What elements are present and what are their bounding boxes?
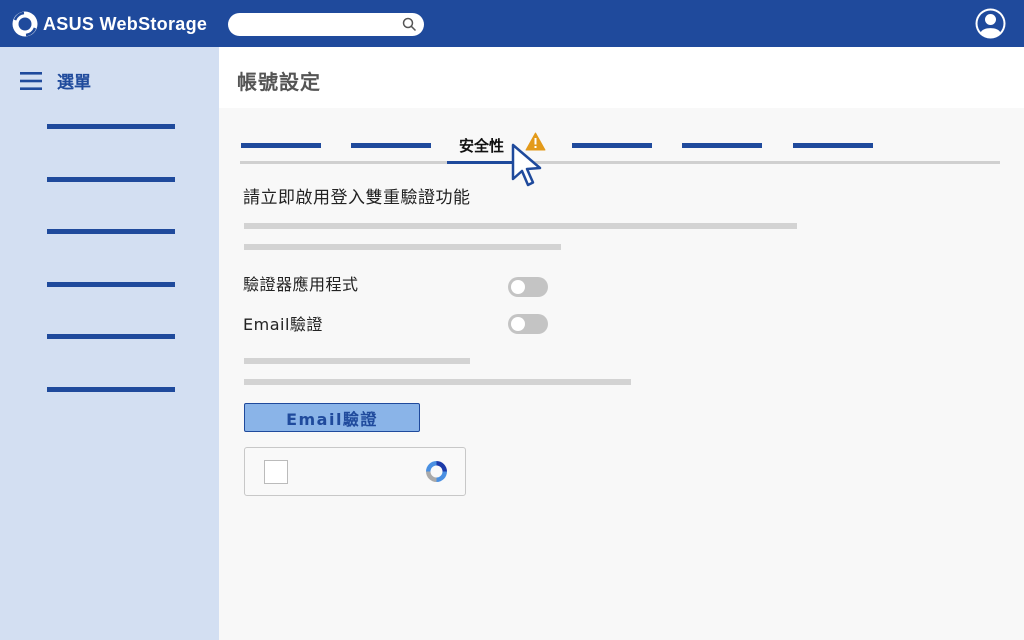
- sidebar-item[interactable]: [47, 387, 175, 392]
- sidebar: 選單: [0, 47, 219, 640]
- hamburger-icon[interactable]: [20, 71, 42, 91]
- authenticator-app-toggle[interactable]: [508, 277, 548, 297]
- sidebar-item[interactable]: [47, 124, 175, 129]
- sidebar-item[interactable]: [47, 282, 175, 287]
- description-text: [244, 358, 470, 364]
- description-text: [244, 379, 631, 385]
- top-bar: ASUS WebStorage: [0, 0, 1024, 47]
- sidebar-item[interactable]: [47, 177, 175, 182]
- tab-label: 安全性: [459, 137, 505, 155]
- logo-icon: [12, 11, 38, 37]
- page-header: 帳號設定: [219, 47, 1024, 108]
- email-verify-button[interactable]: Email驗證: [244, 403, 420, 432]
- sidebar-item[interactable]: [47, 334, 175, 339]
- app-logo[interactable]: ASUS WebStorage: [12, 11, 207, 37]
- tabs-divider: [240, 161, 1000, 164]
- page-title: 帳號設定: [237, 70, 321, 94]
- active-tab-indicator: [447, 161, 517, 164]
- description-text: [244, 244, 561, 250]
- email-verification-label: Email驗證: [243, 315, 323, 334]
- tab[interactable]: [351, 143, 431, 148]
- search-icon[interactable]: [402, 17, 417, 32]
- toggle-knob: [511, 317, 525, 331]
- user-avatar-icon[interactable]: [975, 8, 1006, 39]
- email-verification-toggle[interactable]: [508, 314, 548, 334]
- captcha-checkbox[interactable]: [264, 460, 288, 484]
- tab[interactable]: [682, 143, 762, 148]
- recaptcha-widget: [244, 447, 466, 496]
- menu-toggle[interactable]: 選單: [20, 68, 91, 93]
- sidebar-item[interactable]: [47, 229, 175, 234]
- section-title: 請立即啟用登入雙重驗證功能: [243, 188, 471, 208]
- recaptcha-icon: [426, 461, 447, 482]
- authenticator-app-label: 驗證器應用程式: [243, 275, 359, 294]
- tab-security[interactable]: 安全性: [447, 133, 517, 164]
- tab[interactable]: [572, 143, 652, 148]
- tab[interactable]: [793, 143, 873, 148]
- menu-label: 選單: [57, 73, 91, 93]
- description-text: [244, 223, 797, 229]
- cursor-icon: [511, 143, 542, 187]
- search-input[interactable]: [228, 13, 424, 36]
- tab[interactable]: [241, 143, 321, 148]
- app-name: ASUS WebStorage: [43, 13, 208, 34]
- toggle-knob: [511, 280, 525, 294]
